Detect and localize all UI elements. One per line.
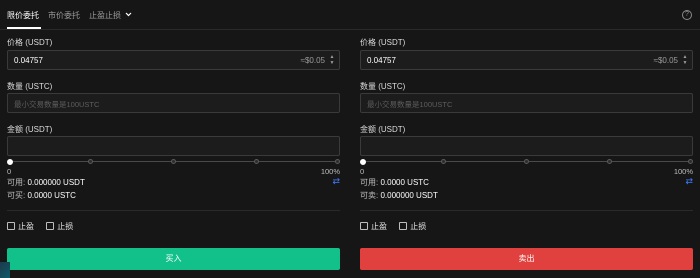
stop-loss-checkbox[interactable]: 止损 [399, 221, 426, 232]
buyable-amount: 可买: 0.0000 USTC [7, 190, 76, 201]
divider [360, 210, 693, 211]
amount-input[interactable] [360, 136, 693, 156]
available-value: 0.0000 USTC [380, 178, 429, 187]
available-label: 可用: [360, 178, 379, 187]
buyable-value: 0.0000 USTC [27, 191, 76, 200]
sell-panel: 价格 (USDT) 0.04757 ≈$0.05 ▲ ▼ 数量 (USTC) 最… [360, 0, 693, 278]
sell-button[interactable]: 卖出 [360, 248, 693, 270]
quantity-input[interactable]: 最小交易数量是100USTC [360, 93, 693, 113]
amount-label: 金额 (USDT) [7, 125, 53, 134]
price-value: 0.04757 [14, 56, 43, 65]
slider-handle[interactable] [7, 158, 13, 165]
slider-mark-75[interactable] [607, 159, 612, 164]
take-profit-checkbox[interactable]: 止盈 [360, 221, 387, 232]
slider-mark-25[interactable] [441, 159, 446, 164]
price-value: 0.04757 [367, 56, 396, 65]
percent-slider[interactable] [7, 158, 340, 165]
take-profit-label: 止盈 [18, 222, 34, 231]
slider-mark-75[interactable] [254, 159, 259, 164]
transfer-icon[interactable]: ⇄ [685, 176, 693, 187]
quantity-placeholder: 最小交易数量是100USTC [14, 100, 100, 109]
decrement-icon[interactable]: ▼ [681, 60, 689, 66]
slider-max-label: 100% [320, 167, 340, 176]
amount-input[interactable] [7, 136, 340, 156]
available-value: 0.000000 USDT [27, 178, 85, 187]
slider-mark-100[interactable] [688, 159, 693, 164]
divider [7, 210, 340, 211]
checkbox-icon [399, 222, 408, 230]
slider-max-label: 100% [673, 167, 693, 176]
quantity-placeholder: 最小交易数量是100USTC [367, 100, 453, 109]
percent-slider[interactable] [360, 158, 693, 165]
sellable-amount: 可卖: 0.000000 USDT [360, 190, 438, 201]
slider-mark-50[interactable] [171, 159, 176, 164]
checkbox-icon [360, 222, 368, 230]
stop-loss-checkbox[interactable]: 止损 [46, 221, 73, 232]
quantity-input[interactable]: 最小交易数量是100USTC [7, 93, 340, 113]
slider-mark-25[interactable] [88, 159, 93, 164]
price-converted: ≈$0.05 [653, 56, 678, 65]
slider-min-label: 0 [7, 167, 12, 176]
sellable-value: 0.000000 USDT [380, 191, 438, 200]
slider-handle[interactable] [360, 158, 366, 165]
stop-loss-label: 止损 [57, 222, 74, 231]
price-label: 价格 (USDT) [7, 38, 53, 47]
buyable-label: 可买: [7, 191, 26, 200]
take-profit-label: 止盈 [371, 222, 387, 231]
transfer-icon[interactable]: ⇄ [332, 176, 340, 187]
price-input[interactable]: 0.04757 ≈$0.05 ▲ ▼ [7, 50, 340, 70]
price-stepper[interactable]: ▲ ▼ [328, 54, 336, 67]
price-converted: ≈$0.05 [300, 56, 325, 65]
stop-loss-label: 止损 [410, 222, 427, 231]
available-label: 可用: [7, 178, 26, 187]
take-profit-checkbox[interactable]: 止盈 [7, 221, 34, 232]
amount-label: 金额 (USDT) [360, 125, 406, 134]
slider-min-label: 0 [360, 167, 365, 176]
buy-button[interactable]: 买入 [7, 248, 340, 270]
tpsl-options: 止盈 止损 [360, 221, 436, 233]
price-input[interactable]: 0.04757 ≈$0.05 ▲ ▼ [360, 50, 693, 70]
quantity-label: 数量 (USTC) [360, 82, 406, 91]
available-balance: 可用: 0.0000 USTC [360, 177, 429, 188]
buy-panel: 价格 (USDT) 0.04757 ≈$0.05 ▲ ▼ 数量 (USTC) 最… [7, 0, 340, 278]
slider-mark-100[interactable] [335, 159, 340, 164]
quantity-label: 数量 (USTC) [7, 82, 53, 91]
tpsl-options: 止盈 止损 [7, 221, 83, 233]
available-balance: 可用: 0.000000 USDT [7, 177, 85, 188]
background-decoration [0, 262, 10, 278]
sellable-label: 可卖: [360, 191, 379, 200]
decrement-icon[interactable]: ▼ [328, 60, 336, 66]
price-stepper[interactable]: ▲ ▼ [681, 54, 689, 67]
price-label: 价格 (USDT) [360, 38, 406, 47]
checkbox-icon [7, 222, 15, 230]
slider-mark-50[interactable] [524, 159, 529, 164]
checkbox-icon [46, 222, 55, 230]
